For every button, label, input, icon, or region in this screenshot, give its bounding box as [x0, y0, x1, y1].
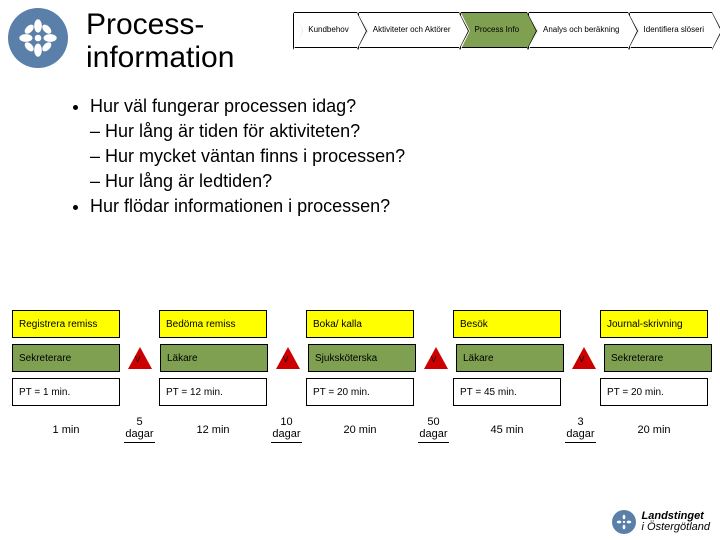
wait-label: 3 dagar	[565, 416, 596, 443]
pt-short: 45 min	[453, 424, 561, 436]
footer-region: i Östergötland	[642, 522, 710, 533]
bullet-content: Hur väl fungerar processen idag? Hur lån…	[0, 74, 720, 217]
flow-pt: PT = 20 min.	[600, 378, 708, 406]
process-steps: Kundbehov Aktiviteter och Aktörer Proces…	[294, 12, 712, 48]
region-logo	[8, 8, 68, 68]
wait-label: 50 dagar	[418, 416, 449, 443]
flow-pt: PT = 20 min.	[306, 378, 414, 406]
wait-icon: V	[128, 347, 152, 369]
flow-actor: Läkare	[456, 344, 564, 372]
bullet-q2: Hur flödar informationen i processen?	[90, 196, 680, 217]
wait-icon: V	[424, 347, 448, 369]
pt-short: 1 min	[12, 424, 120, 436]
process-flow: Registrera remiss Bedöma remiss Boka/ ka…	[12, 310, 708, 443]
pt-short: 20 min	[306, 424, 414, 436]
bullet-q1c: Hur lång är ledtiden?	[90, 171, 680, 192]
wait-label: 10 dagar	[271, 416, 302, 443]
page-title: Process-information	[86, 8, 234, 74]
flow-actor: Sekreterare	[604, 344, 712, 372]
flow-header: Besök	[453, 310, 561, 338]
wait-icon: V	[276, 347, 300, 369]
step-process-info: Process Info	[461, 12, 527, 48]
flower-icon	[16, 16, 60, 60]
step-aktiviteter: Aktiviteter och Aktörer	[359, 12, 459, 48]
wait-label: 5 dagar	[124, 416, 155, 443]
flow-header: Boka/ kalla	[306, 310, 414, 338]
flow-pt: PT = 45 min.	[453, 378, 561, 406]
flow-actor: Läkare	[160, 344, 268, 372]
timeline: 1 min 5 dagar 12 min 10 dagar 20 min 50 …	[12, 416, 708, 443]
flow-header: Registrera remiss	[12, 310, 120, 338]
flow-pt: PT = 1 min.	[12, 378, 120, 406]
step-kundbehov: Kundbehov	[294, 12, 356, 48]
bullet-q1a: Hur lång är tiden för aktiviteten?	[90, 121, 680, 142]
flow-actor: Sjuksköterska	[308, 344, 416, 372]
step-identifiera: Identifiera slöseri	[630, 12, 712, 48]
bullet-q1b: Hur mycket väntan finns i processen?	[90, 146, 680, 167]
step-analys: Analys och beräkning	[529, 12, 628, 48]
footer-logo-icon	[612, 510, 636, 534]
footer-brand: Landstinget i Östergötland	[612, 510, 710, 534]
flow-header: Journal-skrivning	[600, 310, 708, 338]
wait-icon: V	[572, 347, 596, 369]
bullet-q1: Hur väl fungerar processen idag?	[90, 96, 680, 117]
flow-actor: Sekreterare	[12, 344, 120, 372]
pt-short: 20 min	[600, 424, 708, 436]
pt-short: 12 min	[159, 424, 267, 436]
flow-pt: PT = 12 min.	[159, 378, 267, 406]
flow-header: Bedöma remiss	[159, 310, 267, 338]
